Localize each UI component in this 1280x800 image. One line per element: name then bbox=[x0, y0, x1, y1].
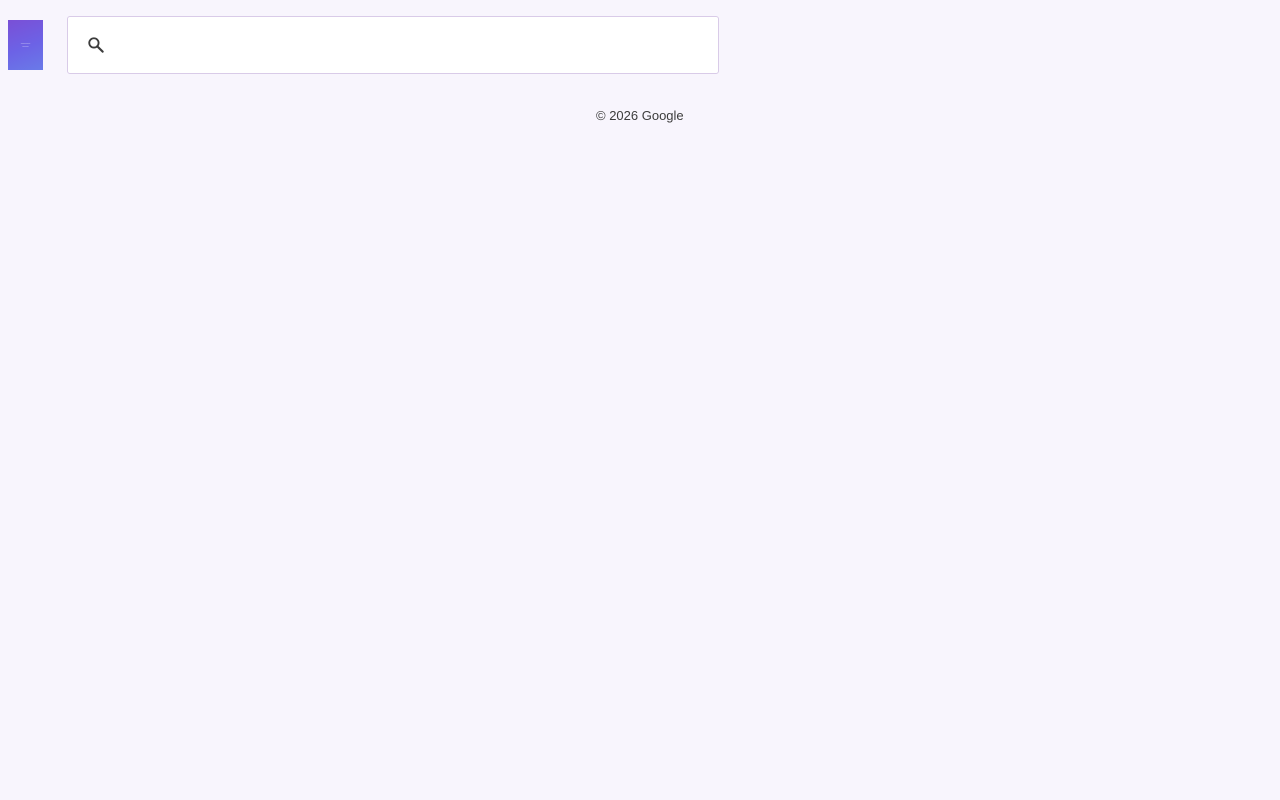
search-box[interactable] bbox=[67, 16, 719, 74]
page: ────── ──── © 2026 Google bbox=[0, 0, 1280, 800]
thumbnail-artwork-line: ──── bbox=[22, 45, 29, 48]
search-input[interactable] bbox=[118, 16, 706, 74]
search-icon bbox=[86, 35, 106, 55]
cover-thumbnail[interactable]: ────── ──── bbox=[8, 20, 43, 70]
footer-copyright: © 2026 Google bbox=[596, 108, 684, 123]
